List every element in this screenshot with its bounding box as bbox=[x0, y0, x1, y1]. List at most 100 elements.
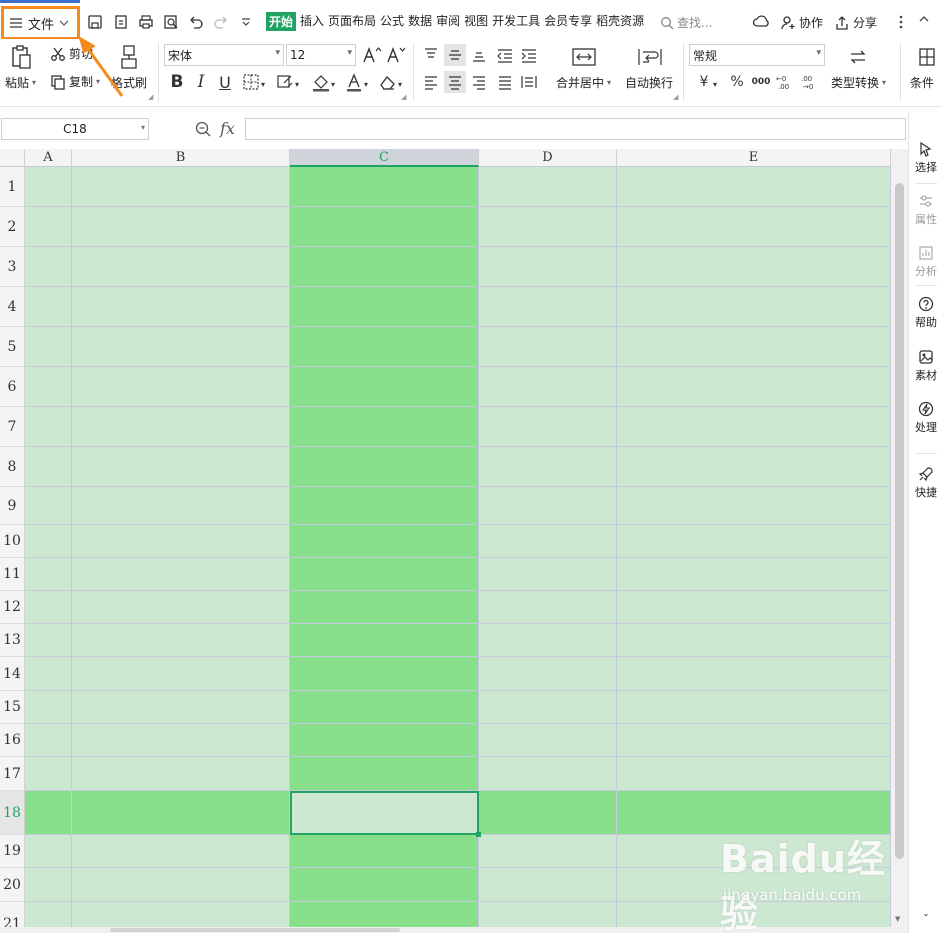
cell[interactable] bbox=[290, 624, 479, 657]
cell[interactable] bbox=[25, 757, 72, 791]
cell[interactable] bbox=[72, 791, 290, 835]
cell[interactable] bbox=[479, 247, 617, 287]
cell[interactable] bbox=[479, 591, 617, 624]
align-top-icon[interactable] bbox=[420, 44, 442, 66]
cell[interactable] bbox=[25, 835, 72, 868]
cell[interactable] bbox=[25, 327, 72, 367]
tab-insert[interactable]: 插入 bbox=[300, 12, 324, 31]
cell[interactable] bbox=[290, 247, 479, 287]
cell[interactable] bbox=[72, 487, 290, 525]
thousands-separator-icon[interactable]: 000 bbox=[750, 71, 772, 93]
tab-page-layout[interactable]: 页面布局 bbox=[328, 12, 376, 31]
row-header-19[interactable]: 19 bbox=[0, 835, 25, 868]
row-header-12[interactable]: 12 bbox=[0, 591, 25, 624]
row-header-13[interactable]: 13 bbox=[0, 624, 25, 657]
column-header-b[interactable]: B bbox=[72, 149, 290, 167]
pane-help-button[interactable]: 帮助 bbox=[909, 296, 942, 330]
copy-button[interactable]: 复制 ▾ bbox=[50, 73, 100, 90]
cell[interactable] bbox=[72, 558, 290, 591]
currency-dropdown-icon[interactable]: ▾ bbox=[710, 73, 720, 95]
pane-properties-button[interactable]: 属性 bbox=[909, 193, 942, 227]
cell[interactable] bbox=[290, 835, 479, 868]
format-painter-button[interactable]: 格式刷 bbox=[111, 74, 147, 91]
conditional-format-button[interactable]: 条件 bbox=[910, 74, 934, 91]
more-options-button[interactable] bbox=[898, 14, 904, 30]
column-header-d[interactable]: D bbox=[479, 149, 617, 167]
row-header-7[interactable]: 7 bbox=[0, 407, 25, 447]
pane-process-button[interactable]: 处理 bbox=[909, 401, 942, 435]
tab-review[interactable]: 审阅 bbox=[436, 12, 460, 31]
share-button[interactable]: 分享 bbox=[834, 14, 877, 31]
cell[interactable] bbox=[479, 558, 617, 591]
cell[interactable] bbox=[25, 657, 72, 691]
cell[interactable] bbox=[72, 624, 290, 657]
cell[interactable] bbox=[479, 657, 617, 691]
row-header-17[interactable]: 17 bbox=[0, 757, 25, 791]
cell[interactable] bbox=[25, 207, 72, 247]
cell[interactable] bbox=[479, 167, 617, 207]
cell[interactable] bbox=[617, 724, 891, 757]
collab-button[interactable]: 协作 bbox=[780, 14, 823, 31]
cell[interactable] bbox=[479, 367, 617, 407]
tab-formulas[interactable]: 公式 bbox=[380, 12, 404, 31]
percent-icon[interactable]: % bbox=[726, 71, 748, 93]
cell[interactable] bbox=[617, 207, 891, 247]
cell[interactable] bbox=[25, 691, 72, 724]
row-header-16[interactable]: 16 bbox=[0, 724, 25, 757]
increase-indent-icon[interactable] bbox=[518, 44, 540, 66]
cell[interactable] bbox=[290, 558, 479, 591]
cell[interactable] bbox=[25, 167, 72, 207]
increase-decimal-icon[interactable]: ←0.00 bbox=[774, 71, 796, 93]
cell[interactable] bbox=[617, 487, 891, 525]
cell[interactable] bbox=[25, 591, 72, 624]
row-header-3[interactable]: 3 bbox=[0, 247, 25, 287]
tab-home[interactable]: 开始 bbox=[266, 12, 297, 31]
row-header-4[interactable]: 4 bbox=[0, 287, 25, 327]
cell[interactable] bbox=[72, 691, 290, 724]
cell[interactable] bbox=[25, 525, 72, 558]
cell[interactable] bbox=[72, 868, 290, 902]
cell[interactable] bbox=[25, 868, 72, 902]
cell[interactable] bbox=[290, 902, 479, 929]
align-center-icon[interactable] bbox=[444, 71, 466, 93]
cell[interactable] bbox=[290, 757, 479, 791]
zoom-lookup-icon[interactable] bbox=[192, 118, 214, 140]
select-all-corner[interactable] bbox=[0, 149, 25, 167]
cell[interactable] bbox=[72, 525, 290, 558]
font-size-select[interactable]: 12 ▾ bbox=[286, 44, 356, 66]
row-header-9[interactable]: 9 bbox=[0, 487, 25, 525]
undo-icon[interactable] bbox=[187, 13, 205, 31]
cell[interactable] bbox=[617, 558, 891, 591]
cell[interactable] bbox=[25, 247, 72, 287]
paste-icon[interactable] bbox=[9, 43, 35, 71]
bold-icon[interactable]: B bbox=[166, 71, 188, 93]
vertical-scroll-thumb[interactable] bbox=[895, 183, 904, 859]
tab-developer[interactable]: 开发工具 bbox=[492, 12, 540, 31]
decrease-font-icon[interactable] bbox=[385, 44, 407, 66]
row-header-10[interactable]: 10 bbox=[0, 525, 25, 558]
cell[interactable] bbox=[290, 657, 479, 691]
cell[interactable] bbox=[72, 724, 290, 757]
cell[interactable] bbox=[617, 657, 891, 691]
cell[interactable] bbox=[290, 525, 479, 558]
row-header-15[interactable]: 15 bbox=[0, 691, 25, 724]
tab-view[interactable]: 视图 bbox=[464, 12, 488, 31]
cell[interactable] bbox=[290, 207, 479, 247]
scroll-down-icon[interactable]: ▼ bbox=[895, 915, 900, 923]
row-header-2[interactable]: 2 bbox=[0, 207, 25, 247]
merge-center-icon[interactable] bbox=[571, 45, 597, 69]
cell[interactable] bbox=[25, 791, 72, 835]
collapse-ribbon-button[interactable] bbox=[918, 14, 930, 24]
print-icon[interactable] bbox=[137, 13, 155, 31]
cell[interactable] bbox=[617, 247, 891, 287]
row-header-20[interactable]: 20 bbox=[0, 868, 25, 902]
type-convert-button[interactable]: 类型转换 ▾ bbox=[831, 74, 886, 91]
cell[interactable] bbox=[617, 407, 891, 447]
clear-format-dropdown-icon[interactable]: ▾ bbox=[395, 73, 405, 95]
justify-icon[interactable] bbox=[494, 71, 516, 93]
cell[interactable] bbox=[479, 835, 617, 868]
clipboard-launcher-icon[interactable]: ◢ bbox=[148, 93, 153, 101]
cell[interactable] bbox=[25, 407, 72, 447]
cell[interactable] bbox=[479, 624, 617, 657]
cell-style-dropdown-icon[interactable]: ▾ bbox=[292, 73, 302, 95]
